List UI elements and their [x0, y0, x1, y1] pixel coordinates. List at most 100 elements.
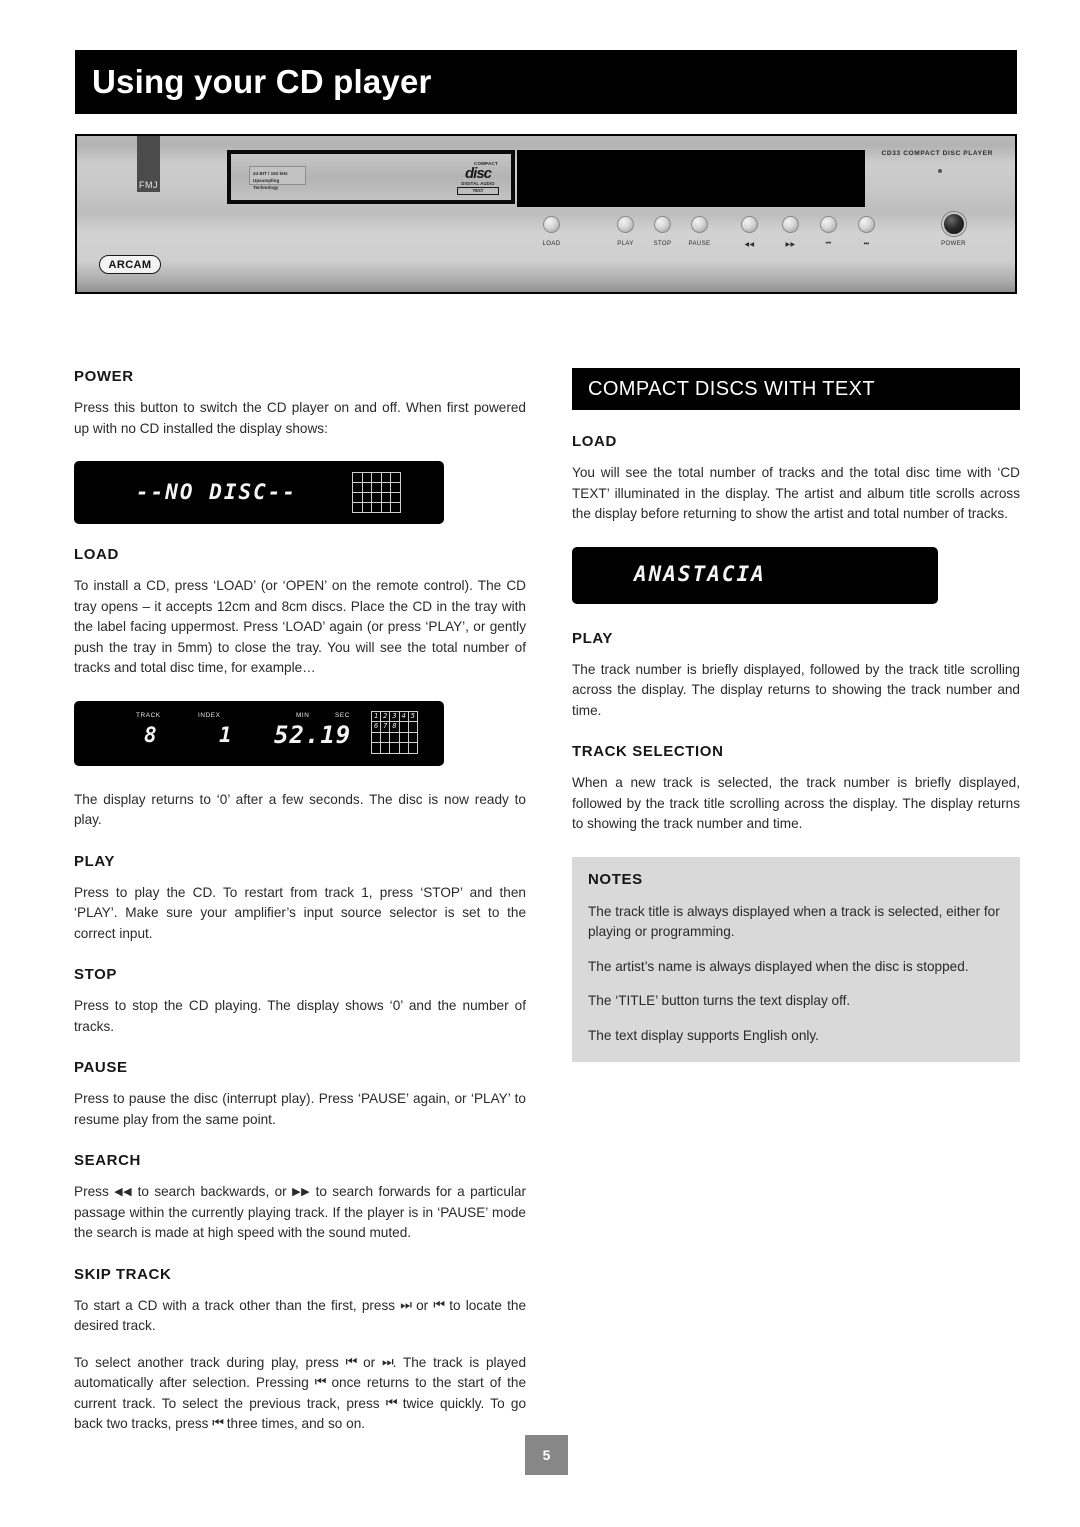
grid-cell: [353, 483, 363, 493]
cd-player-illustration: FMJ 24 BIT / 192 kHz Upsampling Technolo…: [75, 134, 1017, 294]
skip-text-1a: To start a CD with a track other than th…: [74, 1297, 396, 1313]
grid-cell: 5: [408, 711, 418, 722]
note-item: The text display supports English only.: [588, 1027, 819, 1043]
note-item: The artist’s name is always displayed wh…: [588, 958, 969, 974]
grid-cell: [391, 483, 401, 493]
lcd-label-track: TRACK: [136, 711, 161, 719]
paragraph-search: Press ◀◀ to search backwards, or ▶▶ to s…: [74, 1182, 526, 1244]
skip-forward-icon: ⏭: [381, 1354, 394, 1370]
lcd-display-track-info: TRACK INDEX MIN SEC 8 1 52.19 1 2 3 4 5 …: [74, 700, 444, 766]
infrared-sensor-icon: [938, 169, 942, 173]
grid-cell: 1: [372, 711, 382, 722]
heading-cdtext-play: PLAY: [572, 629, 614, 647]
paragraph-pause: Press to pause the disc (interrupt play)…: [74, 1091, 526, 1127]
paragraph-skip-track-1: To start a CD with a track other than th…: [74, 1296, 526, 1337]
heading-power: POWER: [74, 368, 134, 385]
grid-cell: [353, 503, 363, 513]
player-button-skip-backward[interactable]: [820, 216, 837, 233]
paragraph-power: Press this button to switch the CD playe…: [74, 400, 526, 436]
grid-cell: [408, 743, 418, 754]
skip-backward-icon: ⏮: [212, 1416, 224, 1431]
section-header-compact-discs-with-text: COMPACT DISCS WITH TEXT: [572, 368, 1020, 410]
upsampling-badge-line2: Upsampling Technology: [253, 178, 280, 190]
grid-cell: 7: [381, 722, 391, 733]
paragraph-cdtext-load: You will see the total number of tracks …: [572, 465, 1020, 521]
grid-cell: 2: [381, 711, 391, 722]
left-column: POWER Press this button to switch the CD…: [74, 368, 526, 1457]
player-button-power-label: POWER: [941, 241, 966, 247]
skip-text-2a: To select another track during play, pre…: [74, 1354, 339, 1370]
disc-tray: 24 BIT / 192 kHz Upsampling Technology C…: [227, 150, 515, 204]
upsampling-badge-line1: 24 BIT / 192 kHz: [253, 171, 288, 176]
player-button-search-forward[interactable]: [782, 216, 799, 233]
grid-cell: [408, 722, 418, 733]
cd-logo-text-label: TEXT: [457, 187, 499, 195]
model-name-label: CD33 COMPACT DISC PLAYER: [881, 150, 993, 157]
grid-cell: 6: [372, 722, 382, 733]
right-column: COMPACT DISCS WITH TEXT LOAD You will se…: [572, 368, 1020, 1062]
lcd-label-sec: SEC: [335, 711, 350, 719]
lcd-track-grid-filled: 1 2 3 4 5 6 7 8: [371, 710, 418, 754]
lcd-no-disc-text: --NO DISC--: [136, 480, 298, 504]
search-text-2: to search backwards, or: [137, 1184, 287, 1199]
lcd-label-index: INDEX: [198, 711, 221, 719]
notes-box: NOTES The track title is always displaye…: [572, 856, 1020, 1062]
grid-cell: [408, 732, 418, 743]
grid-cell: [381, 503, 392, 513]
player-button-play[interactable]: [617, 216, 634, 233]
disc-tray-surface: 24 BIT / 192 kHz Upsampling Technology C…: [231, 154, 511, 200]
note-item: The ‘TITLE’ button turns the text displa…: [588, 993, 851, 1008]
paragraph-skip-track-2: To select another track during play, pre…: [74, 1353, 526, 1435]
paragraph-after-load: The display returns to ‘0’ after a few s…: [74, 791, 526, 828]
search-backward-icon: ◀◀: [114, 1185, 133, 1198]
grid-cell: [381, 743, 391, 754]
skip-backward-icon: ⏮: [385, 1395, 398, 1411]
manual-page: Using your CD player FMJ 24 BIT / 192 kH…: [0, 0, 1080, 1527]
grid-cell: [390, 732, 400, 743]
skip-text-2f: three times, and so on.: [226, 1416, 366, 1431]
grid-cell: [381, 732, 391, 743]
player-button-pause[interactable]: [691, 216, 708, 233]
player-button-skip-forward[interactable]: [858, 216, 875, 233]
grid-cell: [353, 473, 363, 483]
skip-backward-icon: ⏮: [433, 1297, 445, 1313]
heading-notes: NOTES: [588, 870, 643, 888]
grid-cell: [381, 483, 392, 493]
grid-cell: [372, 473, 382, 483]
paragraph-track-selection: When a new track is selected, the track …: [572, 775, 1020, 831]
skip-forward-icon: ⏭: [863, 241, 870, 247]
skip-backward-icon: ⏮: [314, 1375, 327, 1390]
heading-load: LOAD: [74, 546, 119, 563]
skip-backward-icon: ⏮: [345, 1354, 358, 1370]
paragraph-stop: Press to stop the CD playing. The displa…: [74, 998, 526, 1034]
section-header-label: COMPACT DISCS WITH TEXT: [588, 377, 875, 400]
lcd-value-index: 1: [219, 722, 232, 747]
lcd-value-time: 52.19: [274, 720, 352, 749]
skip-text-1b: or: [416, 1297, 429, 1313]
heading-pause: PAUSE: [74, 1059, 128, 1076]
player-button-load[interactable]: [543, 216, 560, 233]
page-number-label: 5: [542, 1447, 551, 1463]
lcd-artist-text: ANASTACIA: [634, 561, 766, 586]
player-button-power[interactable]: [942, 212, 966, 236]
grid-cell: [391, 473, 401, 483]
player-button-stop[interactable]: [654, 216, 671, 233]
grid-cell: [362, 503, 373, 513]
paragraph-play: Press to play the CD. To restart from tr…: [74, 884, 526, 941]
heading-skip-track: SKIP TRACK: [74, 1265, 172, 1283]
transport-button-row: LOAD PLAY STOP PAUSE ◀◀ ▶▶ ⏮ ⏭ POWER: [77, 212, 1015, 276]
skip-text-2b: or: [363, 1354, 376, 1370]
page-title: Using your CD player: [92, 63, 432, 100]
page-title-banner: Using your CD player: [75, 50, 1017, 114]
arcam-brand-label: ARCAM: [108, 258, 152, 271]
heading-cdtext-load: LOAD: [572, 433, 617, 450]
player-button-search-backward[interactable]: [741, 216, 758, 233]
grid-cell: [381, 493, 392, 503]
skip-forward-icon: ⏭: [400, 1297, 412, 1313]
compact-disc-logo-icon: COMPACT disc DIGITAL AUDIO TEXT: [457, 161, 499, 197]
player-front-panel: FMJ 24 BIT / 192 kHz Upsampling Technolo…: [77, 136, 1015, 292]
grid-cell: [362, 473, 373, 483]
grid-cell: [353, 493, 363, 503]
player-button-load-label: LOAD: [542, 241, 561, 247]
cd-logo-digital-audio-label: DIGITAL AUDIO: [461, 181, 495, 186]
